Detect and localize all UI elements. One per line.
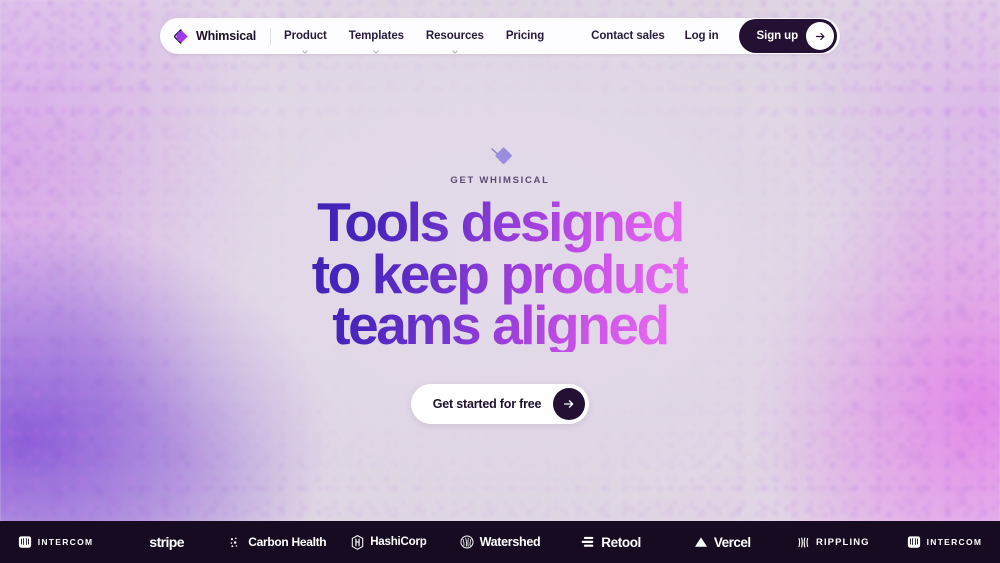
arrow-right-icon (806, 22, 834, 50)
logo-label: Vercel (713, 534, 751, 550)
intercom-icon (907, 535, 921, 549)
logo-rippling: RIPPLING (778, 536, 889, 549)
logo-vercel: Vercel (667, 535, 778, 550)
logo-label: Watershed (479, 535, 541, 549)
nav-link-pricing[interactable]: Pricing (506, 26, 544, 46)
top-navigation: Whimsical Product Templates Resources Pr… (160, 18, 840, 54)
nav-link-templates[interactable]: Templates (348, 26, 404, 54)
logo-label: INTERCOM (37, 537, 94, 547)
hero-headline: Tools designed to keep product teams ali… (312, 197, 689, 352)
nav-links: Product Templates Resources Pricing (284, 26, 544, 54)
carbon-health-icon (229, 536, 242, 549)
hashicorp-icon (351, 534, 364, 550)
headline-line-1: Tools designed (317, 191, 683, 253)
logo-label: RIPPLING (815, 536, 870, 548)
nav-link-label: Templates (348, 30, 404, 42)
logo-label: INTERCOM (926, 537, 983, 547)
retool-icon (581, 536, 595, 548)
logo-hashicorp: HashiCorp (333, 534, 444, 550)
arrow-right-icon (553, 388, 586, 421)
sign-up-label: Sign up (756, 30, 799, 42)
contact-sales-link[interactable]: Contact sales (591, 30, 665, 42)
vercel-icon (694, 536, 708, 548)
get-started-label: Get started for free (432, 397, 542, 412)
diamond-node-icon (491, 147, 512, 164)
brand-name: Whimsical (196, 29, 257, 43)
logo-label: stripe (149, 534, 184, 550)
customer-logo-bar: INTERCOM stripe Carbon Health HashiCorp … (0, 521, 1000, 563)
whimsical-diamond-icon (174, 28, 188, 44)
chevron-down-icon (373, 50, 380, 54)
logo-label: Retool (601, 534, 641, 550)
logo-label: Carbon Health (248, 535, 327, 549)
brand-logo[interactable]: Whimsical (160, 18, 270, 54)
nav-pill: Whimsical Product Templates Resources Pr… (160, 18, 840, 54)
logo-intercom-2: INTERCOM (889, 535, 1000, 549)
headline-line-3: teams aligned (332, 294, 668, 357)
chevron-down-icon (302, 50, 309, 54)
nav-link-label: Pricing (505, 30, 545, 42)
watershed-icon (460, 535, 474, 549)
logo-intercom: INTERCOM (0, 535, 111, 549)
logo-label: HashiCorp (370, 536, 427, 548)
hero-section: GET WHIMSICAL Tools designed to keep pro… (0, 0, 1000, 521)
nav-link-label: Product (284, 30, 327, 42)
hero-eyebrow: GET WHIMSICAL (450, 175, 550, 186)
chevron-down-icon (452, 50, 458, 54)
logo-retool: Retool (556, 535, 667, 550)
get-started-button[interactable]: Get started for free (410, 384, 590, 425)
intercom-icon (18, 535, 32, 549)
nav-divider (270, 27, 272, 45)
logo-stripe: stripe (111, 534, 222, 550)
landing-page: Whimsical Product Templates Resources Pr… (0, 0, 1000, 563)
logo-carbon-health: Carbon Health (222, 535, 333, 549)
nav-link-label: Resources (425, 30, 484, 42)
nav-actions: Contact sales Log in Sign up (591, 18, 840, 54)
headline-line-2: to keep product (311, 242, 689, 305)
log-in-link[interactable]: Log in (685, 30, 719, 42)
nav-link-product[interactable]: Product (284, 26, 327, 54)
logo-watershed: Watershed (444, 535, 555, 549)
rippling-icon (797, 536, 810, 549)
sign-up-button[interactable]: Sign up (738, 19, 837, 53)
nav-link-resources[interactable]: Resources (425, 26, 484, 54)
